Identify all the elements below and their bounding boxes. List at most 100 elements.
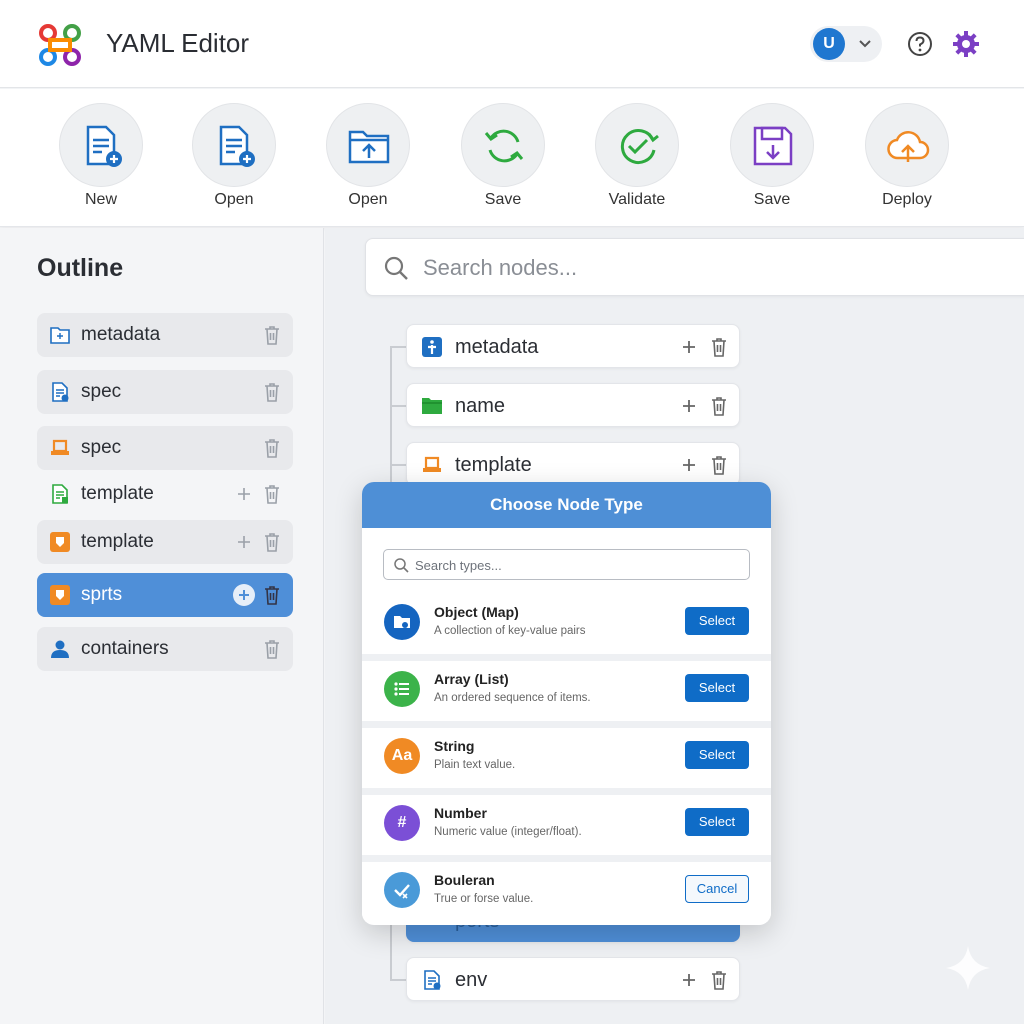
search-placeholder: Search nodes...	[423, 255, 578, 280]
type-row-array[interactable]: Array (List) An ordered sequence of item…	[362, 661, 771, 721]
outline-item-sprts[interactable]: sprts	[37, 573, 293, 617]
type-row-object[interactable]: Object (Map) A collection of key-value p…	[362, 594, 771, 654]
open-folder-button-circle	[326, 103, 410, 187]
type-name: Array (List)	[434, 671, 509, 687]
save-sync-button-circle	[461, 103, 545, 187]
plus-icon	[239, 590, 249, 600]
save-sync-button[interactable]: Save	[458, 103, 548, 215]
plus-icon[interactable]	[680, 456, 698, 474]
cancel-button[interactable]: Cancel	[685, 875, 749, 903]
outline-item-template-2[interactable]: template	[37, 520, 293, 564]
avatar: U	[813, 28, 845, 60]
plus-icon[interactable]	[235, 485, 253, 503]
string-icon: Aa	[384, 738, 420, 774]
type-row-number[interactable]: # Number Numeric value (integer/float). …	[362, 795, 771, 855]
search-nodes-input[interactable]: Search nodes...	[365, 238, 1024, 296]
floppy-icon	[753, 126, 793, 166]
select-button[interactable]: Select	[685, 607, 749, 635]
type-row-boolean[interactable]: Bouleran True or forse value. Cancel	[362, 862, 771, 922]
hash-icon: #	[384, 805, 420, 841]
plus-icon[interactable]	[680, 397, 698, 415]
tree-node-label: name	[455, 395, 506, 417]
validate-label: Validate	[608, 191, 666, 208]
outline-item-template[interactable]: template	[37, 472, 293, 516]
open-folder-icon	[348, 130, 390, 164]
package-icon	[50, 532, 70, 552]
save-floppy-label: Save	[753, 191, 791, 208]
type-desc: Numeric value (integer/float).	[434, 826, 582, 838]
plus-icon[interactable]	[680, 971, 698, 989]
trash-icon[interactable]	[709, 454, 729, 476]
tree-connector-tick	[390, 405, 406, 407]
save-button[interactable]: Save	[727, 103, 817, 215]
sparkle-icon	[946, 946, 990, 990]
open-folder-button[interactable]: Open	[323, 103, 413, 215]
type-desc: Plain text value.	[434, 759, 516, 771]
outline-item-label: spec	[81, 381, 122, 402]
type-separator	[362, 654, 771, 661]
help-icon[interactable]	[907, 31, 933, 57]
box-icon	[51, 439, 69, 455]
new-file-icon	[86, 125, 122, 167]
outline-item-label: template	[81, 531, 154, 552]
outline-item-spec-2[interactable]: spec	[37, 426, 293, 470]
tree-node-metadata[interactable]: metadata	[406, 324, 740, 368]
type-name: Number	[434, 805, 487, 821]
outline-item-containers[interactable]: containers	[37, 627, 293, 671]
search-types-placeholder: Search types...	[415, 558, 502, 573]
type-separator	[362, 855, 771, 862]
type-row-string[interactable]: Aa String Plain text value. Select	[362, 728, 771, 788]
deploy-button-circle	[865, 103, 949, 187]
trash-icon[interactable]	[709, 336, 729, 358]
type-name: Object (Map)	[434, 604, 519, 620]
user-menu-button[interactable]: U	[810, 26, 882, 62]
trash-icon[interactable]	[262, 483, 282, 505]
outline-item-metadata[interactable]: metadata	[37, 313, 293, 357]
outline-item-label: sprts	[81, 584, 123, 605]
tree-node-label: metadata	[455, 336, 539, 358]
toolbar: New Open Open Save Validate Save Deploy	[0, 89, 1024, 227]
trash-icon[interactable]	[262, 324, 282, 346]
tree-node-label: env	[455, 969, 488, 991]
select-button[interactable]: Select	[685, 808, 749, 836]
select-button[interactable]: Select	[685, 674, 749, 702]
type-name: String	[434, 738, 475, 754]
open-label: Open	[214, 191, 254, 208]
outline-item-spec[interactable]: spec	[37, 370, 293, 414]
app-header: YAML Editor U	[0, 0, 1024, 88]
tree-connector-tick	[390, 979, 406, 981]
document-icon	[52, 382, 69, 402]
outline-item-label: containers	[81, 638, 169, 659]
trash-icon[interactable]	[709, 969, 729, 991]
open-file-icon	[219, 125, 255, 167]
trash-icon[interactable]	[262, 381, 282, 403]
deploy-label: Deploy	[882, 191, 932, 208]
trash-icon[interactable]	[262, 437, 282, 459]
trash-icon[interactable]	[262, 584, 282, 606]
validate-button[interactable]: Validate	[592, 103, 682, 215]
trash-icon[interactable]	[709, 395, 729, 417]
plus-icon[interactable]	[235, 533, 253, 551]
trash-icon[interactable]	[262, 531, 282, 553]
select-button[interactable]: Select	[685, 741, 749, 769]
chevron-down-icon	[859, 40, 871, 48]
outline-item-label: template	[81, 483, 154, 504]
tree-node-env[interactable]: env	[406, 957, 740, 1001]
trash-icon[interactable]	[262, 638, 282, 660]
open-button[interactable]: Open	[189, 103, 279, 215]
choose-node-type-dialog: Choose Node Type Search types... Object …	[362, 482, 771, 925]
search-types-input[interactable]: Search types...	[383, 549, 750, 580]
add-child-button[interactable]	[233, 584, 255, 606]
plus-icon[interactable]	[680, 338, 698, 356]
validate-button-circle	[595, 103, 679, 187]
cloud-upload-icon	[887, 131, 930, 162]
tree-node-template[interactable]: template	[406, 442, 740, 486]
type-name: Bouleran	[434, 872, 495, 888]
gear-icon[interactable]	[952, 30, 980, 58]
new-button[interactable]: New	[56, 103, 146, 215]
user-icon	[51, 640, 69, 658]
folder-icon	[50, 327, 70, 344]
tree-node-name[interactable]: name	[406, 383, 740, 427]
deploy-button[interactable]: Deploy	[862, 103, 952, 215]
validate-icon	[620, 129, 659, 164]
